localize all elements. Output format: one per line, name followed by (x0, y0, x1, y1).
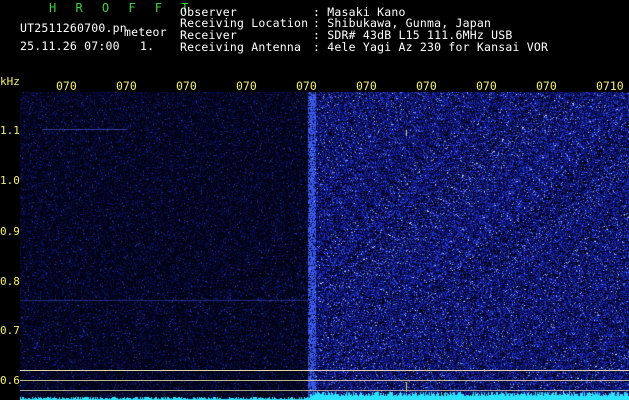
freq-label: 0.7 (0, 324, 20, 337)
time-label: 070 (176, 79, 197, 93)
time-label: 070 (476, 79, 497, 93)
reference-line (20, 380, 629, 381)
freq-label: 0.9 (0, 225, 20, 238)
time-label: 070 (116, 79, 137, 93)
freq-unit-label: kHz (0, 75, 20, 88)
spectrogram-canvas (20, 92, 629, 400)
field-value-antenna: : 4ele Yagi Az 230 for Kansai VOR (313, 40, 549, 54)
time-label: 070 (416, 79, 437, 93)
freq-label: 0.8 (0, 275, 20, 288)
freq-label: 1.1 (0, 124, 20, 137)
time-label: 070 (56, 79, 77, 93)
mode-label: meteor (124, 25, 167, 39)
field-label-antenna: Receiving Antenna (180, 40, 302, 54)
time-label: 0710 (596, 79, 624, 93)
image-count: 1. (140, 39, 155, 53)
reference-line (20, 370, 629, 371)
program-title: H R O F F T (49, 1, 195, 15)
freq-label: 1.0 (0, 174, 20, 187)
time-label: 070 (296, 79, 317, 93)
time-label: 070 (536, 79, 557, 93)
date-time: 25.11.26 07:00 (20, 39, 120, 53)
time-label: 070 (236, 79, 257, 93)
file-name: UT2511260700.pn (20, 21, 127, 35)
reference-line (20, 390, 629, 391)
freq-label: 0.6 (0, 374, 20, 387)
time-label: 070 (356, 79, 377, 93)
hrofft-window: H R O F F T UT2511260700.pn meteor 25.11… (0, 0, 629, 400)
